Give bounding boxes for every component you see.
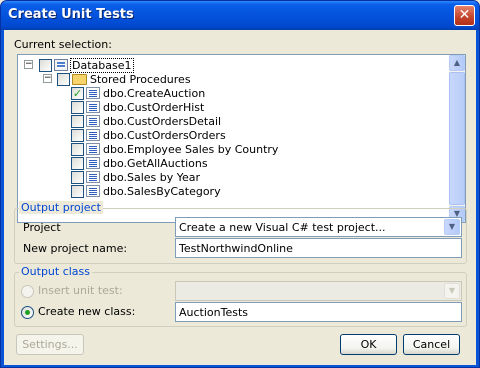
tree-item-procedure[interactable]: dbo.CustOrdersDetail: [18, 114, 448, 128]
cancel-button[interactable]: Cancel: [403, 334, 460, 355]
tree-checkbox[interactable]: [71, 129, 84, 142]
tree-item-database1[interactable]: − Database1: [18, 58, 448, 73]
insert-class-dropdown[interactable]: ▼: [175, 281, 462, 301]
tree-item-label: Database1: [70, 58, 134, 73]
project-dropdown-value: Create a new Visual C# test project...: [179, 221, 386, 234]
new-project-name-input[interactable]: TestNorthwindOnline: [175, 238, 462, 258]
tree-item-procedure[interactable]: dbo.Employee Sales by Country: [18, 142, 448, 156]
collapse-icon[interactable]: −: [24, 60, 33, 69]
tree-checkbox[interactable]: [71, 143, 84, 156]
insert-unit-test-radio[interactable]: [21, 285, 34, 298]
tree-item-label: dbo.CustOrdersDetail: [103, 115, 222, 128]
project-label: Project: [23, 221, 61, 234]
collapse-icon[interactable]: −: [43, 74, 52, 83]
scroll-up-button[interactable]: ▲: [449, 55, 465, 71]
tree-checkbox[interactable]: [57, 73, 70, 86]
tree-checkbox[interactable]: [71, 185, 84, 198]
title-bar[interactable]: Create Unit Tests ✕: [1, 1, 479, 30]
close-icon: ✕: [458, 7, 471, 23]
tree-item-stored-procedures[interactable]: − Stored Procedures: [18, 72, 448, 86]
tree-item-label: dbo.CustOrderHist: [103, 101, 205, 114]
settings-button[interactable]: Settings...: [16, 334, 84, 355]
tree-checkbox[interactable]: [39, 59, 52, 72]
dropdown-button[interactable]: ▼: [444, 219, 460, 235]
stored-procedure-icon: [86, 115, 100, 127]
tree-item-procedure[interactable]: dbo.SalesByCategory: [18, 184, 448, 198]
chevron-up-icon: ▲: [453, 58, 461, 67]
tree-item-label: dbo.Employee Sales by Country: [103, 143, 279, 156]
ok-button[interactable]: OK: [340, 334, 397, 355]
project-dropdown[interactable]: Create a new Visual C# test project... ▼: [175, 217, 462, 237]
chevron-down-icon: ▼: [448, 222, 456, 231]
tree-item-procedure[interactable]: dbo.Sales by Year: [18, 170, 448, 184]
output-project-title: Output project: [19, 201, 103, 214]
tree-vertical-scrollbar[interactable]: ▲ ▼: [449, 55, 465, 222]
tree-checkbox-checked[interactable]: ✓: [71, 87, 84, 100]
stored-procedure-icon: [86, 87, 100, 99]
tree-item-procedure[interactable]: dbo.CustOrderHist: [18, 100, 448, 114]
database-icon: [54, 59, 68, 71]
tree-checkbox[interactable]: [71, 157, 84, 170]
stored-procedure-icon: [86, 185, 100, 197]
dialog-title: Create Unit Tests: [8, 7, 134, 22]
close-button[interactable]: ✕: [454, 5, 475, 26]
dialog-body: Current selection: − Database1 − Stored …: [4, 30, 476, 365]
new-project-name-label: New project name:: [23, 242, 128, 255]
tree-checkbox[interactable]: [71, 171, 84, 184]
tree-item-label: dbo.CreateAuction: [103, 87, 206, 100]
tree-item-procedure[interactable]: ✓ dbo.CreateAuction: [18, 86, 448, 100]
tree-item-label: dbo.SalesByCategory: [103, 185, 221, 198]
stored-procedure-icon: [86, 101, 100, 113]
insert-unit-test-label: Insert unit test:: [38, 284, 123, 297]
stored-procedure-icon: [86, 143, 100, 155]
current-selection-label: Current selection:: [14, 38, 112, 51]
chevron-down-icon: ▼: [448, 286, 456, 295]
new-class-name-value: AuctionTests: [179, 306, 249, 319]
stored-procedure-icon: [86, 171, 100, 183]
tree-item-label: Stored Procedures: [90, 73, 191, 86]
create-new-class-label: Create new class:: [38, 305, 136, 318]
tree-item-label: dbo.GetAllAuctions: [103, 157, 208, 170]
stored-procedure-icon: [86, 129, 100, 141]
stored-procedure-icon: [86, 157, 100, 169]
tree-item-procedure[interactable]: dbo.GetAllAuctions: [18, 156, 448, 170]
create-new-class-radio[interactable]: [21, 306, 34, 319]
tree-item-label: dbo.CustOrdersOrders: [103, 129, 226, 142]
scroll-thumb[interactable]: [449, 72, 465, 205]
new-class-name-input[interactable]: AuctionTests: [175, 302, 462, 322]
output-class-title: Output class: [19, 265, 93, 278]
tree-checkbox[interactable]: [71, 115, 84, 128]
tree-item-label: dbo.Sales by Year: [103, 171, 201, 184]
tree-item-procedure[interactable]: dbo.CustOrdersOrders: [18, 128, 448, 142]
selection-tree[interactable]: − Database1 − Stored Procedures ✓ dbo.Cr…: [17, 54, 466, 223]
folder-icon: [72, 74, 87, 85]
dropdown-button[interactable]: ▼: [444, 283, 460, 299]
create-unit-tests-dialog: Create Unit Tests ✕ Current selection: −…: [0, 0, 480, 368]
tree-checkbox[interactable]: [71, 101, 84, 114]
new-project-name-value: TestNorthwindOnline: [179, 242, 293, 255]
